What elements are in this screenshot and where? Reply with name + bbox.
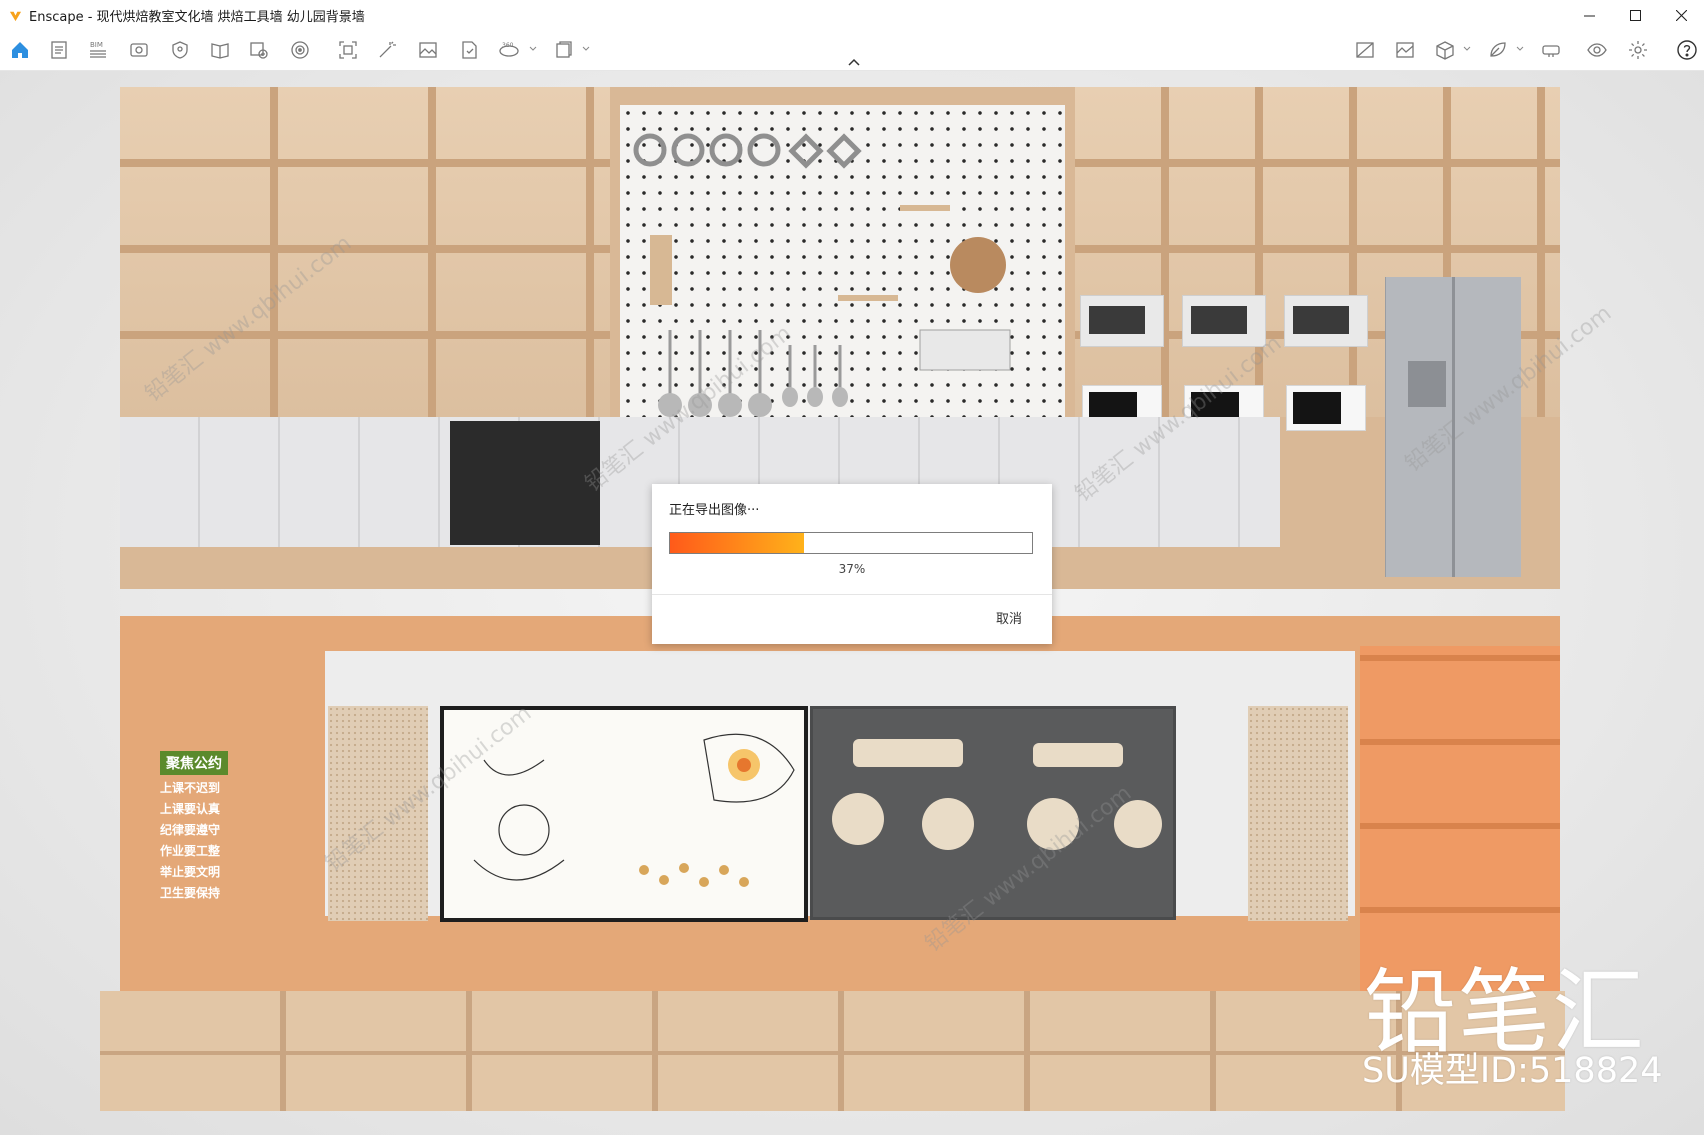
asset-library-icon xyxy=(250,42,268,59)
wooden-shelf-left xyxy=(120,87,610,417)
chevron-down-icon[interactable] xyxy=(582,45,590,53)
view-button[interactable] xyxy=(127,38,151,62)
rule-item: 上课不迟到 xyxy=(160,781,221,795)
slat-panel xyxy=(1248,706,1348,921)
cancel-button[interactable]: 取消 xyxy=(996,608,1022,627)
material-editor-icon xyxy=(1490,42,1506,57)
model-id-label: SU模型ID:518824 xyxy=(1362,1051,1663,1091)
target-icon xyxy=(291,41,309,59)
rule-item: 上课要认真 xyxy=(160,802,221,816)
rule-item: 卫生要保持 xyxy=(160,886,221,900)
magic-wand-icon xyxy=(379,41,396,58)
bim-button[interactable]: BIM xyxy=(86,38,110,62)
storage-cabinet xyxy=(100,991,1565,1111)
chevron-down-icon[interactable] xyxy=(1516,45,1524,53)
maximize-icon xyxy=(1629,9,1641,21)
shield-button[interactable] xyxy=(168,38,192,62)
progress-bar xyxy=(669,532,1033,554)
cube-icon xyxy=(1436,41,1454,60)
title-bar: Enscape - 现代烘焙教室文化墙 烘焙工具墙 幼儿园背景墙 xyxy=(0,0,1704,30)
visibility-icon xyxy=(1587,43,1607,57)
asset-library-button[interactable] xyxy=(247,38,271,62)
pdf-export-button[interactable] xyxy=(457,38,481,62)
panorama-label: 360 xyxy=(502,42,514,49)
batch-render-icon xyxy=(556,41,572,58)
minimize-icon xyxy=(1583,15,1595,16)
collapse-toolbar-icon[interactable] xyxy=(845,56,863,68)
batch-render-button[interactable] xyxy=(552,38,576,62)
bim-label: BIM xyxy=(90,41,103,49)
capture-button[interactable] xyxy=(336,38,360,62)
image-button[interactable] xyxy=(416,38,440,62)
vr-headset-button[interactable] xyxy=(1539,38,1563,62)
maximize-button[interactable] xyxy=(1612,0,1658,30)
panorama-360-icon: 360 xyxy=(499,42,519,57)
oven xyxy=(1080,295,1164,347)
chevron-down-icon[interactable] xyxy=(529,45,537,53)
rule-item: 纪律要遵守 xyxy=(160,823,221,837)
pdf-export-icon xyxy=(462,41,477,59)
web-standalone-icon xyxy=(1356,42,1374,58)
capture-icon xyxy=(339,41,357,59)
export-progress-dialog: 正在导出图像··· 37% 取消 xyxy=(652,484,1052,644)
kitchen-tools-graphic xyxy=(633,133,1011,417)
target-button[interactable] xyxy=(288,38,312,62)
visibility-button[interactable] xyxy=(1585,38,1609,62)
gallery-button[interactable] xyxy=(1393,38,1417,62)
rule-item: 作业要工整 xyxy=(160,844,221,858)
web-standalone-button[interactable] xyxy=(1353,38,1377,62)
window-title: Enscape - 现代烘焙教室文化墙 烘焙工具墙 幼儿园背景墙 xyxy=(29,9,365,25)
dish-rack xyxy=(450,421,600,545)
gallery-icon xyxy=(1396,42,1414,58)
progress-percent: 37% xyxy=(838,562,866,576)
dialog-divider xyxy=(652,594,1052,595)
rules-board: 聚焦公约 上课不迟到 上课要认真 纪律要遵守 作业要工整 举止要文明 卫生要保持 xyxy=(160,751,270,906)
enscape-logo-icon xyxy=(9,11,22,21)
close-button[interactable] xyxy=(1658,0,1704,30)
shield-icon xyxy=(172,41,188,59)
slat-panel xyxy=(328,706,428,921)
refrigerator xyxy=(1385,277,1521,577)
culture-wall: 聚焦公约 上课不迟到 上课要认真 纪律要遵守 作业要工整 举止要文明 卫生要保持 xyxy=(120,616,1560,1067)
home-icon xyxy=(12,42,28,58)
window-controls xyxy=(1566,0,1704,30)
microwave xyxy=(1286,385,1366,431)
settings-icon xyxy=(1629,41,1647,59)
bim-icon: BIM xyxy=(90,41,106,58)
minimize-button[interactable] xyxy=(1566,0,1612,30)
recipe-poster xyxy=(440,706,808,922)
home-button[interactable] xyxy=(8,38,32,62)
book-icon xyxy=(211,43,229,59)
dialog-title: 正在导出图像··· xyxy=(669,503,760,518)
oven xyxy=(1284,295,1368,347)
book-button[interactable] xyxy=(208,38,232,62)
document-button[interactable] xyxy=(47,38,71,62)
progress-fill xyxy=(670,533,804,553)
panorama-360-button[interactable]: 360 xyxy=(497,38,521,62)
image-icon xyxy=(419,42,437,58)
rules-title: 聚焦公约 xyxy=(160,751,228,775)
material-editor-button[interactable] xyxy=(1486,38,1510,62)
vr-headset-icon xyxy=(1542,45,1560,57)
cube-button[interactable] xyxy=(1433,38,1457,62)
help-icon xyxy=(1677,40,1697,60)
magic-wand-button[interactable] xyxy=(375,38,399,62)
oven xyxy=(1182,295,1266,347)
close-icon xyxy=(1675,9,1687,21)
rule-item: 举止要文明 xyxy=(160,865,221,879)
view-icon xyxy=(130,43,148,57)
chalkboard-decor xyxy=(810,706,1176,920)
document-icon xyxy=(51,41,67,59)
help-button[interactable] xyxy=(1675,38,1699,62)
pegboard xyxy=(620,105,1065,417)
settings-button[interactable] xyxy=(1626,38,1650,62)
chevron-down-icon[interactable] xyxy=(1463,45,1471,53)
